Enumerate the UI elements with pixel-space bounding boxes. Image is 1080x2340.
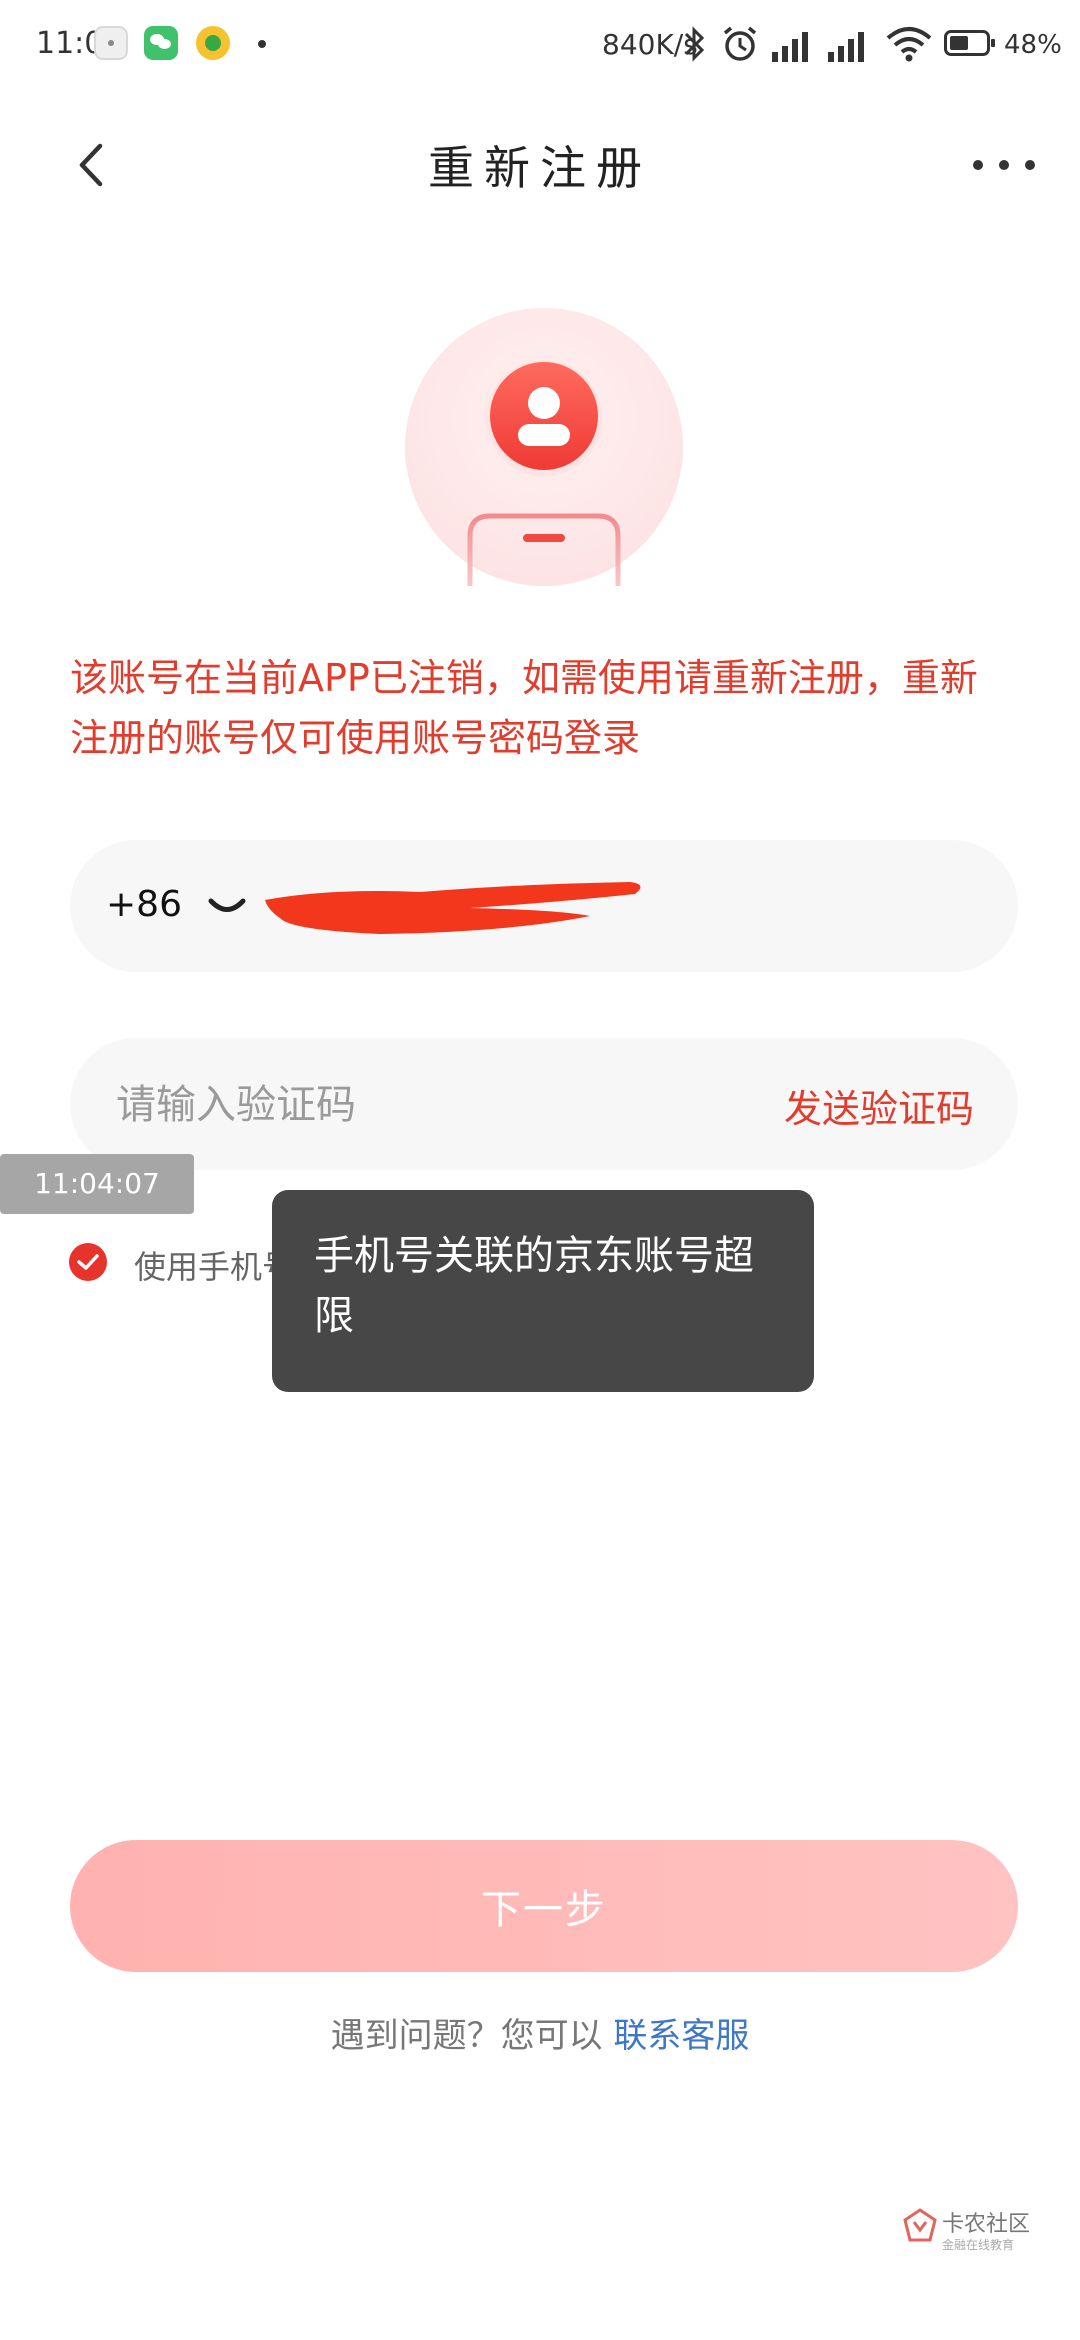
contact-support-link[interactable]: 联系客服	[613, 2016, 749, 2056]
alarm-icon	[720, 24, 760, 68]
more-button[interactable]	[964, 138, 1044, 192]
account-illustration	[405, 308, 683, 586]
timestamp-overlay: 11:04:07	[0, 1154, 194, 1214]
register-page: 11:04 840K/s 48% 重新注册 该账号在当前APP已注销，如需使用请…	[0, 0, 1080, 2340]
status-bar: 11:04 840K/s 48%	[0, 0, 1080, 90]
toast-message: 手机号关联的京东账号超限	[272, 1190, 814, 1392]
country-code-selector[interactable]	[202, 882, 252, 932]
watermark: 卡农社区 金融在线教育	[902, 2206, 1052, 2266]
battery-icon	[944, 30, 995, 56]
more-notifications-dot-icon	[258, 40, 266, 48]
check-circle-icon	[69, 1243, 107, 1281]
more-dots-icon	[973, 160, 1035, 170]
wechat-icon	[144, 26, 178, 60]
next-step-button[interactable]: 下一步	[70, 1840, 1018, 1972]
signal-icon-2	[826, 24, 874, 68]
wifi-icon	[884, 24, 934, 68]
signal-icon	[770, 24, 818, 68]
help-prefix: 遇到问题？您可以	[330, 2016, 614, 2056]
nav-header: 重新注册	[0, 120, 1080, 210]
send-code-button[interactable]: 发送验证码	[784, 1078, 974, 1133]
notification-app-icon	[94, 26, 128, 60]
phone-number-field[interactable]: +86	[70, 840, 1018, 972]
verification-code-input[interactable]	[114, 1074, 678, 1136]
watermark-subtitle: 金融在线教育	[942, 2238, 1015, 2252]
chevron-down-icon	[208, 898, 246, 912]
account-cancelled-warning: 该账号在当前APP已注销，如需使用请重新注册，重新注册的账号仅可使用账号密码登录	[70, 656, 978, 760]
battery-percent: 48%	[1004, 30, 1062, 60]
user-avatar-icon	[405, 308, 683, 586]
watermark-logo-icon	[902, 2208, 938, 2244]
verification-code-field: 发送验证码	[70, 1038, 1018, 1170]
notification-app-icon-2	[196, 26, 230, 60]
agreement-checkbox[interactable]	[68, 1242, 108, 1282]
help-row: 遇到问题？您可以 联系客服	[0, 2008, 1080, 2057]
watermark-name: 卡农社区	[942, 2212, 1031, 2237]
bluetooth-icon	[680, 24, 710, 68]
redacted-phone-number	[260, 870, 650, 940]
page-title: 重新注册	[428, 141, 652, 195]
country-code[interactable]: +86	[106, 884, 182, 925]
